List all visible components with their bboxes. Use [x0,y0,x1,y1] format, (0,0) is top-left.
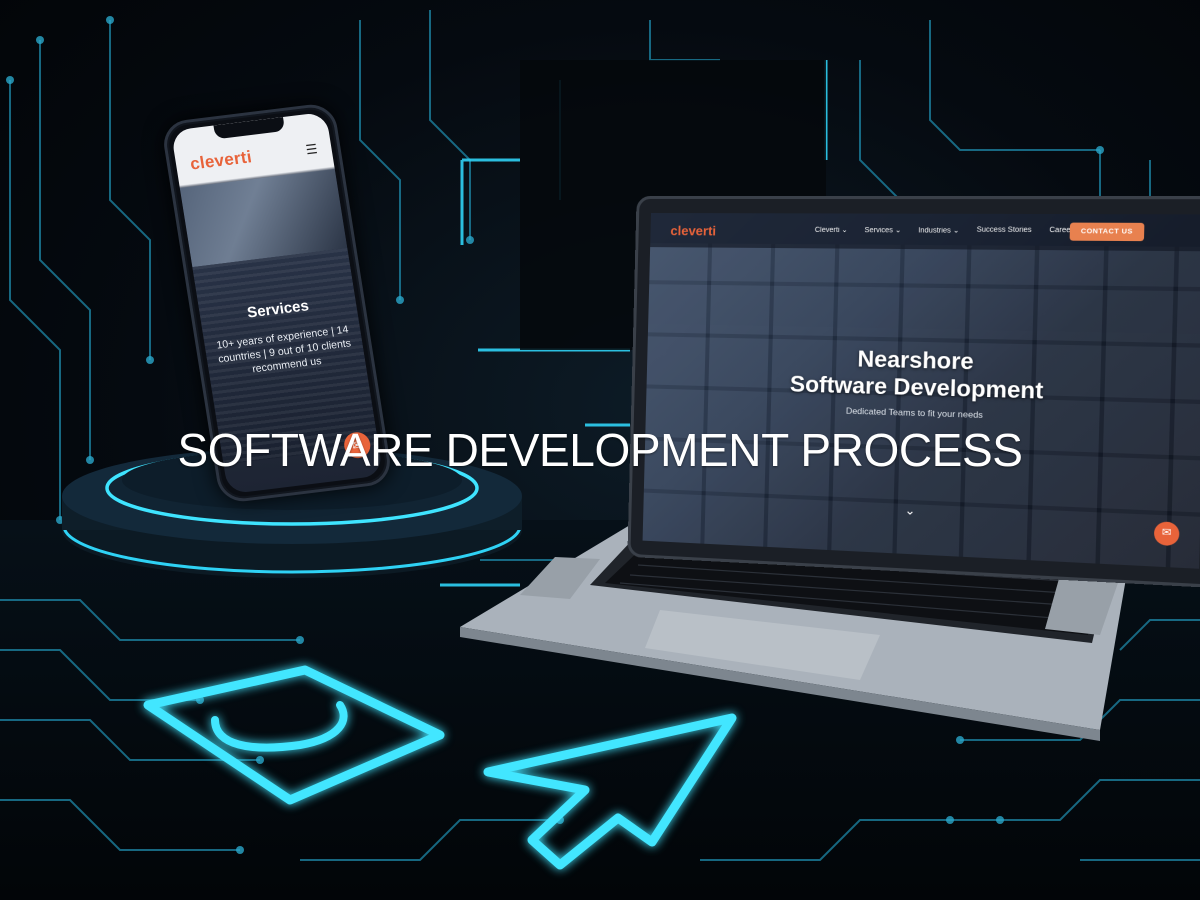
laptop-hero-title-line1: Nearshore [857,345,975,375]
hamburger-icon[interactable]: ☰ [305,141,319,158]
phone-logo-text: cleverti [188,147,254,174]
laptop-navbar: cleverti Cleverti ⌄ Services ⌄ Industrie… [650,212,1200,252]
chevron-down-icon[interactable]: ⌄ [904,503,915,518]
laptop-logo[interactable]: cleverti [670,223,716,238]
laptop-mockup: cleverti Cleverti ⌄ Services ⌄ Industrie… [627,195,1200,589]
laptop-nav-menu: Cleverti ⌄ Services ⌄ Industries ⌄ Succe… [815,226,1077,236]
laptop-screen: cleverti Cleverti ⌄ Services ⌄ Industrie… [642,212,1200,569]
contact-us-button[interactable]: CONTACT US [1069,222,1145,242]
nav-item-cleverti[interactable]: Cleverti ⌄ [815,226,848,234]
hero-scene: cleverti ☰ Services 10+ years of experie… [0,0,1200,900]
page-title: SOFTWARE DEVELOPMENT PROCESS [177,424,1023,476]
nav-item-services[interactable]: Services ⌄ [864,226,901,234]
nav-item-success-stories[interactable]: Success Stories [977,226,1032,235]
nav-item-industries[interactable]: Industries ⌄ [918,226,959,235]
phone-notch [213,116,286,140]
phone-logo[interactable]: cleverti [189,147,254,174]
